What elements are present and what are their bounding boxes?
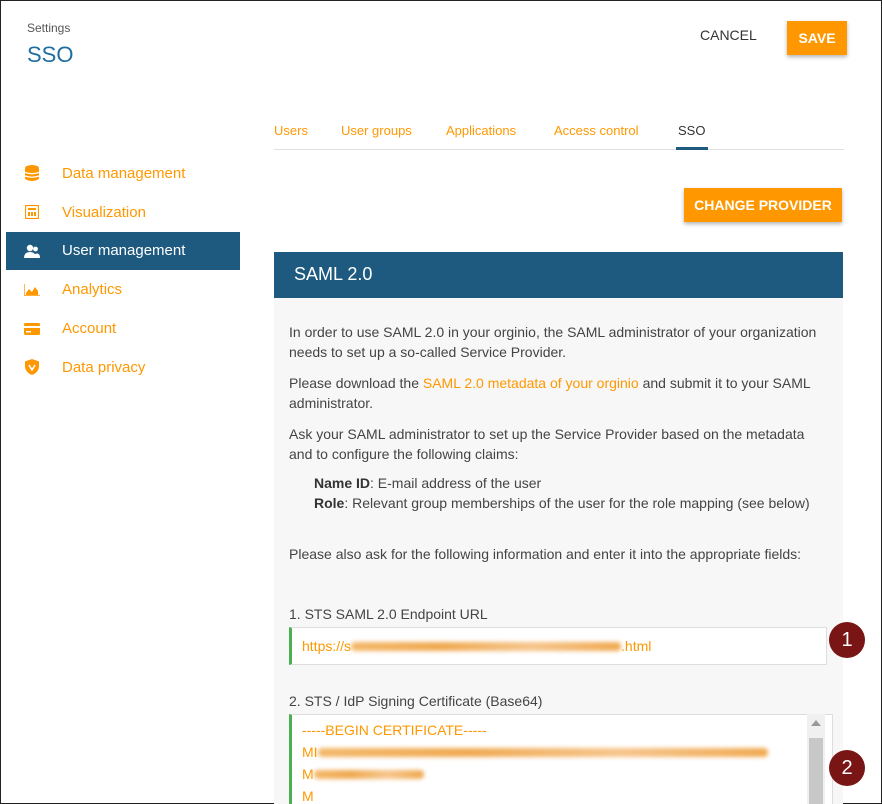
annotation-badge-1: 1 bbox=[829, 622, 865, 658]
tab-applications[interactable]: Applications bbox=[446, 123, 516, 138]
user-management-icon bbox=[24, 243, 40, 259]
change-provider-button[interactable]: CHANGE PROVIDER bbox=[684, 188, 842, 222]
tab-sso[interactable]: SSO bbox=[678, 123, 705, 138]
claim-name-id-text: : E-mail address of the user bbox=[370, 475, 542, 491]
cert-line-start: M bbox=[302, 766, 314, 782]
sidebar-item-label: Data management bbox=[62, 164, 186, 182]
sidebar-item-label: Data privacy bbox=[62, 358, 146, 376]
credit-card-icon bbox=[24, 321, 40, 337]
download-prefix: Please download the bbox=[289, 375, 423, 391]
claims-intro-text: Ask your SAML administrator to set up th… bbox=[289, 426, 805, 462]
cancel-button[interactable]: CANCEL bbox=[700, 27, 757, 43]
page-title: SSO bbox=[27, 42, 74, 67]
endpoint-url-input[interactable]: https://s .html bbox=[289, 627, 827, 665]
claim-name-id-label: Name ID bbox=[314, 475, 371, 491]
sidebar-item-analytics[interactable]: Analytics bbox=[6, 270, 240, 309]
sidebar-item-label: Account bbox=[62, 320, 117, 338]
claim-role-text: : Relevant group memberships of the user… bbox=[344, 495, 810, 511]
scrollbar-thumb[interactable] bbox=[809, 738, 823, 804]
signing-certificate-label: 2. STS / IdP Signing Certificate (Base64… bbox=[289, 693, 543, 709]
cert-line: MI bbox=[302, 741, 832, 763]
sidebar-item-user-management[interactable]: User management bbox=[6, 231, 240, 271]
save-button[interactable]: SAVE bbox=[787, 21, 847, 55]
visualization-icon bbox=[24, 204, 40, 220]
database-icon bbox=[24, 165, 40, 182]
tab-access-control[interactable]: Access control bbox=[554, 123, 639, 138]
endpoint-url-value-start: https://s bbox=[302, 638, 352, 654]
info-request-text: Please also ask for the following inform… bbox=[289, 546, 802, 562]
saml-intro-text: In order to use SAML 2.0 in your orginio… bbox=[289, 324, 817, 360]
analytics-icon bbox=[24, 282, 40, 298]
certificate-scrollbar[interactable] bbox=[807, 714, 825, 804]
cert-line-start: MI bbox=[302, 744, 318, 760]
sidebar-item-label: Analytics bbox=[62, 281, 123, 299]
endpoint-url-label: 1. STS SAML 2.0 Endpoint URL bbox=[289, 606, 488, 622]
saml-download-text: Please download the SAML 2.0 metadata of… bbox=[289, 373, 829, 413]
redacted-text bbox=[313, 769, 424, 779]
annotation-badge-2: 2 bbox=[829, 750, 865, 786]
scroll-up-icon[interactable] bbox=[811, 720, 821, 726]
claim-role-label: Role bbox=[314, 495, 345, 511]
active-tab-indicator bbox=[676, 147, 708, 150]
cert-line: -----BEGIN CERTIFICATE----- bbox=[302, 722, 487, 738]
claim-role: Role: Relevant group memberships of the … bbox=[314, 493, 834, 513]
sidebar-item-label: User management bbox=[62, 242, 186, 260]
sidebar-item-label: Visualization bbox=[62, 203, 146, 221]
sidebar-item-data-privacy[interactable]: Data privacy bbox=[6, 348, 240, 387]
saml-section-title: SAML 2.0 bbox=[294, 264, 373, 284]
cert-line: M bbox=[302, 763, 832, 785]
redacted-text bbox=[317, 747, 768, 757]
tab-users[interactable]: Users bbox=[274, 123, 308, 138]
sidebar-item-data-management[interactable]: Data management bbox=[6, 154, 240, 193]
saml-metadata-link[interactable]: SAML 2.0 metadata of your orginio bbox=[423, 375, 639, 391]
endpoint-url-value-end: .html bbox=[621, 638, 652, 654]
sidebar-item-visualization[interactable]: Visualization bbox=[6, 193, 240, 232]
redacted-text bbox=[351, 641, 622, 651]
tab-user-groups[interactable]: User groups bbox=[341, 123, 412, 138]
claim-name-id: Name ID: E-mail address of the user bbox=[314, 473, 834, 493]
shield-icon bbox=[24, 359, 40, 376]
tab-bar: Users User groups Applications Access co… bbox=[274, 110, 844, 150]
signing-certificate-textarea[interactable]: -----BEGIN CERTIFICATE----- MI M M bbox=[289, 714, 833, 804]
sidebar: Data management Visualization User manag… bbox=[6, 154, 240, 387]
breadcrumb: Settings bbox=[27, 21, 71, 35]
cert-line: M bbox=[302, 788, 314, 804]
sidebar-item-account[interactable]: Account bbox=[6, 309, 240, 348]
saml-section-header: SAML 2.0 bbox=[274, 252, 843, 298]
